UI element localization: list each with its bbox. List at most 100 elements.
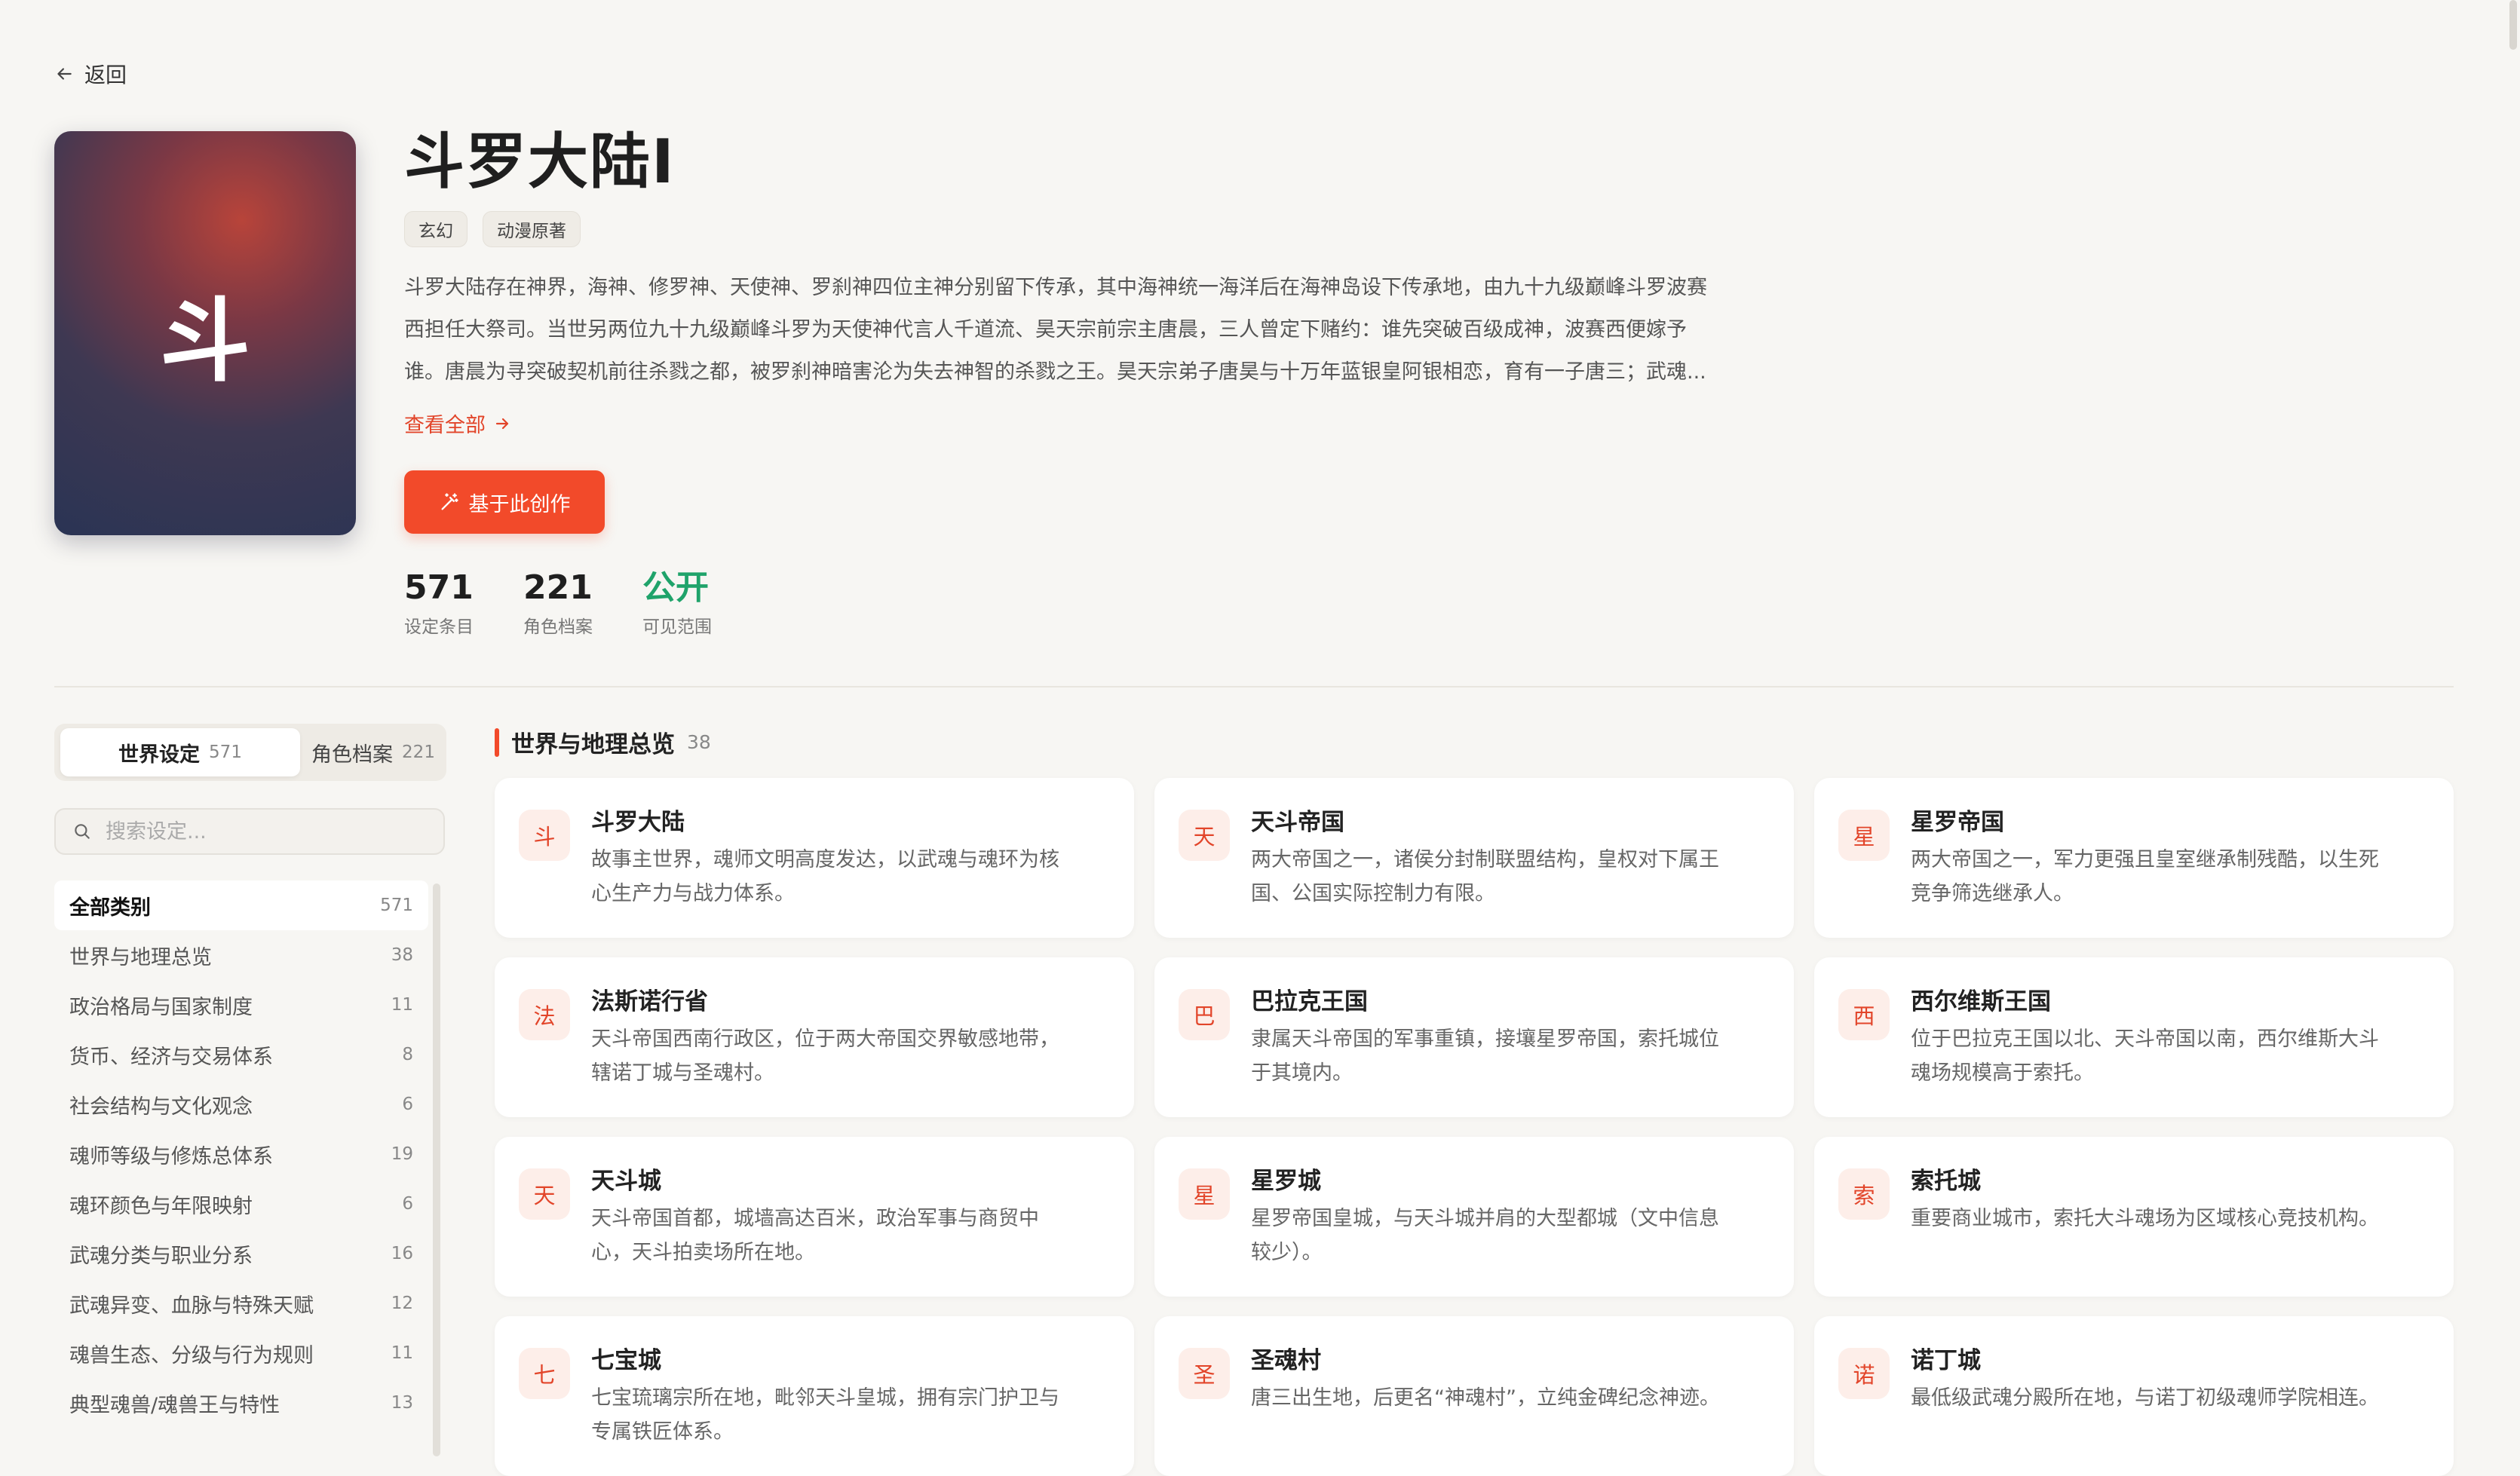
description-line: 谁。唐晨为寻突破契机前往杀戮之都，被罗刹神暗害沦为失去神智的杀戮之王。昊天宗弟子…	[404, 360, 1706, 384]
category-item[interactable]: 社会结构与文化观念 6	[54, 1079, 428, 1129]
description-line: 斗罗大陆存在神界，海神、修罗神、天使神、罗刹神四位主神分别留下传承，其中海神统一…	[404, 276, 1707, 299]
category-count: 38	[391, 945, 413, 965]
card-title: 斗罗大陆	[591, 809, 685, 836]
category-label: 武魂分类与职业分系	[69, 1244, 253, 1268]
card-description: 天斗帝国西南行政区，位于两大帝国交界敏感地带，辖诺丁城与圣魂村。	[591, 1027, 1059, 1085]
card-initial-icon: 七	[519, 1348, 570, 1399]
description-line: 西担任大祭司。当世另两位九十九级巅峰斗罗为天使神代言人千道流、昊天宗前宗主唐晨，…	[404, 318, 1687, 341]
category-label: 货币、经济与交易体系	[69, 1045, 273, 1069]
arrow-right-icon	[495, 418, 509, 429]
setting-card[interactable]: 圣圣魂村唐三出生地，后更名“神魂村”，立纯金碑纪念神迹。	[1154, 1316, 1794, 1476]
card-description: 唐三出生地，后更名“神魂村”，立纯金碑纪念神迹。	[1251, 1386, 1720, 1410]
arrow-left-icon	[57, 68, 72, 80]
setting-card[interactable]: 索索托城 重要商业城市，索托大斗魂场为区域核心竞技机构。	[1814, 1137, 2454, 1297]
section-header: 世界与地理总览 38	[495, 725, 711, 759]
card-title: 诺丁城	[1911, 1347, 1981, 1374]
stat-value: 221	[523, 568, 593, 607]
card-title: 索托城	[1911, 1168, 1981, 1195]
work-title: 斗罗大陆I	[404, 127, 676, 197]
tag: 玄幻	[404, 211, 468, 247]
card-title: 星罗帝国	[1911, 809, 2004, 836]
category-count: 6	[402, 1194, 413, 1214]
setting-card[interactable]: 七七宝城 七宝琉璃宗所在地，毗邻天斗皇城，拥有宗门护卫与专属铁匠体系。	[495, 1316, 1134, 1476]
section-count: 38	[687, 731, 711, 753]
setting-card[interactable]: 天天斗城天斗帝国首都，城墙高达百米，政治军事与商贸中心，天斗拍卖场所在地。	[495, 1137, 1134, 1297]
category-item[interactable]: 魂环颜色与年限映射 6	[54, 1179, 428, 1229]
setting-card[interactable]: 天天斗帝国 两大帝国之一，诸侯分封制联盟结构，皇权对下属王国、公国实际控制力有限。	[1154, 778, 1794, 938]
category-item[interactable]: 典型魂兽/魂兽王与特性 13	[54, 1378, 428, 1428]
tab-label: 世界设定	[118, 743, 201, 767]
category-count: 12	[391, 1294, 413, 1313]
card-initial-icon: 天	[519, 1168, 570, 1220]
search-input[interactable]	[104, 819, 431, 844]
card-description: 星罗帝国皇城，与天斗城并肩的大型都城（文中信息较少）。	[1251, 1207, 1719, 1264]
category-item[interactable]: 货币、经济与交易体系 8	[54, 1030, 428, 1079]
create-from-this-button[interactable]: 基于此创作	[404, 470, 605, 534]
cover-character: 斗	[160, 289, 250, 394]
category-item[interactable]: 武魂分类与职业分系 16	[54, 1229, 428, 1278]
card-title: 圣魂村	[1251, 1347, 1321, 1374]
tab-count: 571	[209, 743, 242, 762]
card-description: 隶属天斗帝国的军事重镇，接壤星罗帝国，索托城位于其境内。	[1251, 1027, 1719, 1085]
work-cover: 斗	[54, 131, 356, 535]
card-description: 两大帝国之一，军力更强且皇室继承制残酷，以生死竞争筛选继承人。	[1911, 848, 2379, 905]
category-label: 世界与地理总览	[69, 945, 212, 969]
setting-card[interactable]: 诺诺丁城 最低级武魂分殿所在地，与诺丁初级魂师学院相连。	[1814, 1316, 2454, 1476]
category-label: 魂师等级与修炼总体系	[69, 1144, 273, 1168]
stat-characters: 221 角色档案	[523, 567, 593, 638]
tab-label: 角色档案	[311, 743, 394, 767]
category-item[interactable]: 武魂异变、血脉与特殊天赋 12	[54, 1278, 428, 1328]
stat-label: 角色档案	[523, 617, 593, 637]
page-scrollbar[interactable]	[2509, 0, 2517, 50]
stat-entries: 571 设定条目	[404, 567, 474, 638]
setting-card[interactable]: 西西尔维斯王国 位于巴拉克王国以北、天斗帝国以南，西尔维斯大斗魂场规模高于索托。	[1814, 957, 2454, 1117]
back-link[interactable]: 返回	[54, 59, 127, 89]
tab-character-profiles[interactable]: 角色档案 221	[303, 728, 443, 776]
card-initial-icon: 法	[519, 989, 570, 1040]
setting-card[interactable]: 巴巴拉克王国 隶属天斗帝国的军事重镇，接壤星罗帝国，索托城位于其境内。	[1154, 957, 1794, 1117]
card-description: 七宝琉璃宗所在地，毗邻天斗皇城，拥有宗门护卫与专属铁匠体系。	[591, 1386, 1059, 1444]
tab-count: 221	[402, 743, 435, 762]
divider	[54, 686, 2454, 687]
view-all-link[interactable]: 查看全部	[404, 409, 511, 438]
tag: 动漫原著	[483, 211, 581, 247]
setting-card[interactable]: 星星罗帝国两大帝国之一，军力更强且皇室继承制残酷，以生死竞争筛选继承人。	[1814, 778, 2454, 938]
category-item[interactable]: 政治格局与国家制度 11	[54, 980, 428, 1030]
tab-switcher: 世界设定 571 角色档案 221	[54, 724, 446, 781]
card-title: 天斗帝国	[1251, 809, 1344, 836]
category-item-all[interactable]: 全部类别 571	[54, 880, 428, 930]
card-initial-icon: 诺	[1838, 1348, 1890, 1399]
category-item[interactable]: 魂师等级与修炼总体系 19	[54, 1129, 428, 1179]
card-title: 天斗城	[591, 1168, 661, 1195]
card-initial-icon: 星	[1179, 1168, 1230, 1220]
section-accent-bar	[495, 727, 499, 757]
category-item[interactable]: 世界与地理总览 38	[54, 930, 428, 980]
setting-card[interactable]: 法法斯诺行省 天斗帝国西南行政区，位于两大帝国交界敏感地带，辖诺丁城与圣魂村。	[495, 957, 1134, 1117]
tab-world-settings[interactable]: 世界设定 571	[60, 728, 300, 776]
category-count: 11	[391, 995, 413, 1015]
work-description: 斗罗大陆存在神界，海神、修罗神、天使神、罗刹神四位主神分别留下传承，其中海神统一…	[404, 267, 1761, 393]
card-initial-icon: 巴	[1179, 989, 1230, 1040]
card-description: 天斗帝国首都，城墙高达百米，政治军事与商贸中心，天斗拍卖场所在地。	[591, 1207, 1039, 1264]
card-initial-icon: 圣	[1179, 1348, 1230, 1399]
category-item[interactable]: 魂兽生态、分级与行为规则 11	[54, 1328, 428, 1378]
stat-value: 571	[404, 568, 474, 607]
category-label: 全部类别	[69, 896, 151, 920]
stat-value: 公开	[642, 568, 709, 607]
category-count: 19	[391, 1144, 413, 1164]
magic-wand-icon	[441, 493, 458, 510]
category-label: 典型魂兽/魂兽王与特性	[69, 1393, 281, 1417]
stat-visibility: 公开 可见范围	[642, 567, 712, 638]
category-label: 魂环颜色与年限映射	[69, 1194, 253, 1218]
card-initial-icon: 星	[1838, 810, 1890, 861]
category-count: 571	[380, 896, 413, 915]
setting-card[interactable]: 星星罗城 星罗帝国皇城，与天斗城并肩的大型都城（文中信息较少）。	[1154, 1137, 1794, 1297]
search-icon	[75, 824, 90, 839]
card-initial-icon: 索	[1838, 1168, 1890, 1220]
category-label: 魂兽生态、分级与行为规则	[69, 1343, 314, 1367]
setting-card[interactable]: 斗斗罗大陆 故事主世界，魂师文明高度发达，以武魂与魂环为核心生产力与战力体系。	[495, 778, 1134, 938]
category-list: 全部类别 571 世界与地理总览 38 政治格局与国家制度 11 货币、经济与交易体系…	[54, 880, 428, 1428]
create-button-label: 基于此创作	[468, 492, 571, 516]
stats: 571 设定条目 221 角色档案 公开 可见范围	[404, 567, 712, 638]
category-scrollbar[interactable]	[433, 883, 440, 1456]
